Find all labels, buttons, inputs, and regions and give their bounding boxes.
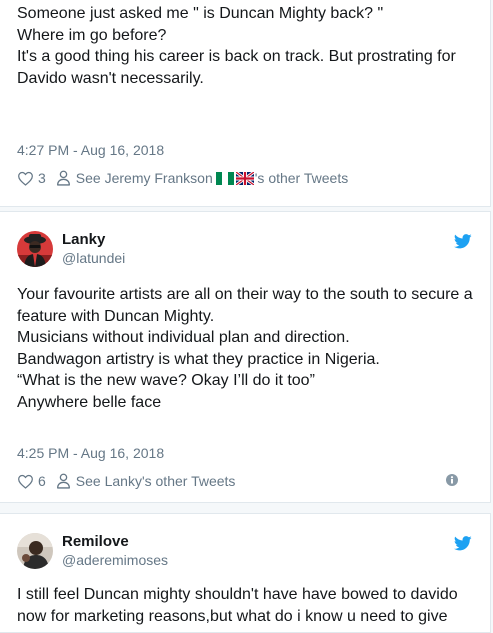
avatar[interactable] <box>17 230 53 267</box>
author-name[interactable]: Remilove <box>62 532 168 551</box>
see-other-tweets-link[interactable]: See Lanky's other Tweets <box>56 473 236 489</box>
twitter-bird-icon[interactable] <box>453 536 472 556</box>
heart-outline-icon <box>17 171 34 186</box>
tweet-text-line: It's a good thing his career is back on … <box>17 48 461 87</box>
author-name[interactable]: Lanky <box>62 230 125 249</box>
tweet-text-line: Anywhere belle face <box>17 393 162 411</box>
tweet-text-line: Your favourite artists are all on their … <box>17 286 478 325</box>
flag-emojis <box>215 171 254 185</box>
tweet-timestamp[interactable]: 4:25 PM - Aug 16, 2018 <box>17 445 164 461</box>
author-handle[interactable]: @aderemimoses <box>62 551 168 569</box>
person-outline-icon <box>56 473 71 489</box>
see-other-suffix: 's other Tweets <box>254 170 349 186</box>
see-other-label: See Lanky's other Tweets <box>75 473 236 489</box>
heart-outline-icon <box>17 474 34 489</box>
like-action[interactable]: 6 <box>17 473 56 489</box>
uk-flag-icon <box>235 171 254 185</box>
tweet-text-line: “What is the new wave? Okay I’ll do it t… <box>17 372 315 389</box>
nigeria-flag-icon <box>215 171 234 185</box>
tweet-text-line: Where im go before? <box>17 26 167 44</box>
tweet-actions: 6 See Lanky's other Tweets <box>17 471 476 491</box>
avatar[interactable] <box>17 532 53 569</box>
tweet-timestamp[interactable]: 4:27 PM - Aug 16, 2018 <box>17 142 164 158</box>
author-names: Lanky @latundei <box>62 230 125 267</box>
tweet-actions: 3 See Jeremy Frankson 's other Tweets <box>17 168 476 188</box>
tweet-text: I still feel Duncan mighty shouldn't hav… <box>17 584 476 627</box>
twitter-bird-icon[interactable] <box>453 234 472 254</box>
like-action[interactable]: 3 <box>17 170 56 186</box>
author-names: Remilove @aderemimoses <box>62 532 168 569</box>
tweet-card-remilove: Remilove @aderemimoses I still feel Dunc… <box>0 513 491 633</box>
like-count: 3 <box>38 170 46 186</box>
tweet-text-line: I still feel Duncan mighty shouldn't hav… <box>17 586 463 625</box>
tweet-text-line: Musicians without individual plan and di… <box>17 329 350 346</box>
tweet-text: Your favourite artists are all on their … <box>17 284 476 413</box>
tweet-author[interactable]: Remilove @aderemimoses <box>17 532 168 569</box>
author-handle[interactable]: @latundei <box>62 249 125 267</box>
info-circle-icon[interactable] <box>446 473 458 489</box>
tweet-text-line: Someone just asked me " is Duncan Mighty… <box>17 5 384 22</box>
person-outline-icon <box>56 170 71 186</box>
tweet-author[interactable]: Lanky @latundei <box>17 230 125 267</box>
like-count: 6 <box>38 473 46 489</box>
see-other-tweets-link[interactable]: See Jeremy Frankson 's other Tweets <box>56 170 348 186</box>
tweet-text-line: Bandwagon artistry is what they practice… <box>17 350 380 368</box>
tweet-text: Someone just asked me " is Duncan Mighty… <box>17 3 476 89</box>
see-other-prefix: See Jeremy Frankson <box>75 170 213 186</box>
tweet-card-lanky: Lanky @latundei Your favourite artists a… <box>0 211 491 503</box>
tweet-card-jeremy: Someone just asked me " is Duncan Mighty… <box>0 0 491 207</box>
